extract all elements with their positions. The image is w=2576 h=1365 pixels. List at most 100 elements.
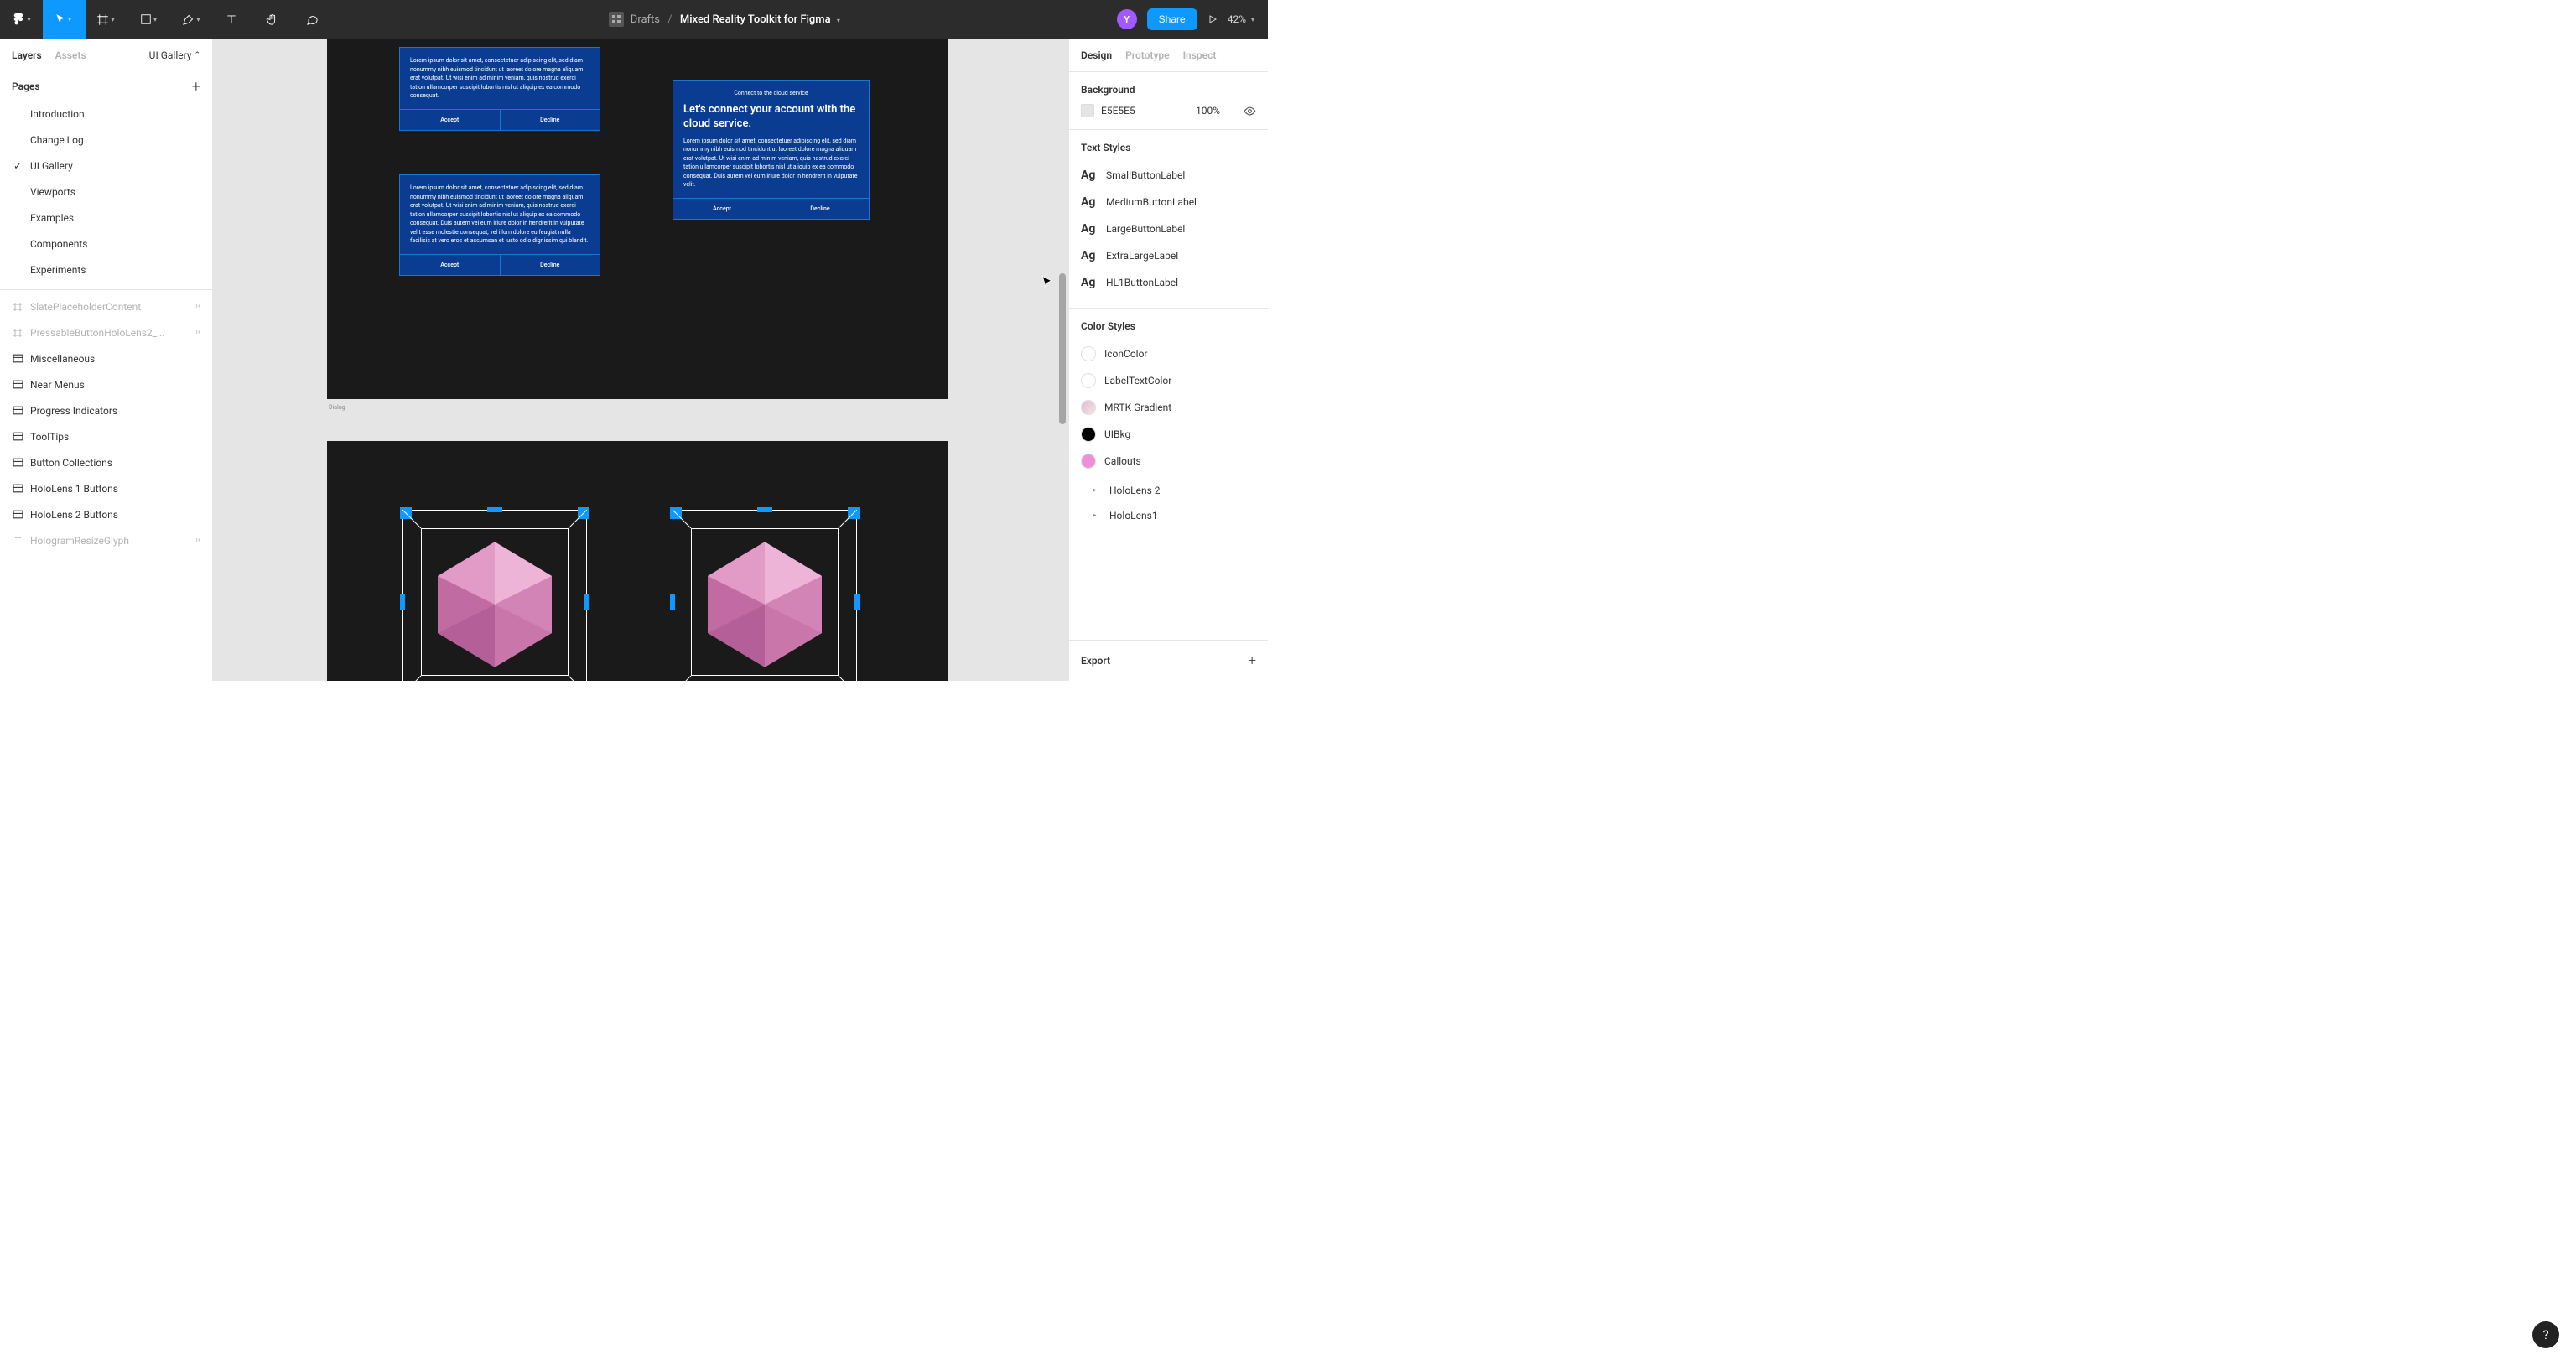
- text-style-icon: Ag: [1081, 276, 1098, 289]
- accept-button[interactable]: Accept: [400, 255, 500, 275]
- color-group-item[interactable]: ▸HoloLens1: [1081, 503, 1256, 528]
- background-swatch[interactable]: [1081, 104, 1094, 117]
- chevron-down-icon: ▾: [196, 16, 200, 23]
- background-title: Background: [1081, 84, 1256, 96]
- shape-tool-button[interactable]: ▾: [128, 0, 171, 39]
- background-opacity[interactable]: 100%: [1196, 105, 1220, 117]
- page-item[interactable]: Examples: [0, 205, 212, 231]
- present-button[interactable]: [1208, 14, 1218, 24]
- page-item[interactable]: Change Log: [0, 127, 212, 153]
- canvas-scrollbar[interactable]: [1059, 273, 1066, 424]
- layer-item[interactable]: Miscellaneous: [0, 345, 212, 371]
- frame-tool-button[interactable]: ▾: [86, 0, 128, 39]
- pen-tool-button[interactable]: ▾: [171, 0, 211, 39]
- help-button[interactable]: ?: [2532, 1321, 2559, 1348]
- tab-prototype[interactable]: Prototype: [1125, 49, 1170, 61]
- color-style-item[interactable]: UIBkg: [1081, 421, 1256, 448]
- page-item[interactable]: ✓UI Gallery: [0, 153, 212, 179]
- text-style-item[interactable]: AgExtraLargeLabel: [1081, 242, 1256, 269]
- page-item[interactable]: Introduction: [0, 101, 212, 127]
- component-glyph-icon: ›‹: [195, 536, 200, 545]
- chevron-down-icon: ▾: [1251, 16, 1254, 23]
- frame-icon: [12, 328, 23, 338]
- layer-item[interactable]: Near Menus: [0, 371, 212, 397]
- color-style-item[interactable]: MRTK Gradient: [1081, 394, 1256, 421]
- page-selector[interactable]: UI Gallery ⌃: [149, 49, 200, 61]
- color-swatch-icon: [1081, 346, 1096, 361]
- section-icon: [12, 432, 23, 441]
- wireframe-lines: [402, 510, 587, 681]
- tab-layers[interactable]: Layers: [12, 49, 42, 61]
- section-icon: [12, 406, 23, 415]
- text-style-item[interactable]: AgMediumButtonLabel: [1081, 189, 1256, 215]
- dialog-subtitle: Connect to the cloud service: [673, 81, 869, 98]
- document-title[interactable]: Mixed Reality Toolkit for Figma: [680, 13, 831, 26]
- text-style-item[interactable]: AgLargeButtonLabel: [1081, 215, 1256, 242]
- chevron-down-icon: ▾: [68, 16, 71, 23]
- canvas[interactable]: Lorem ipsum dolor sit amet, consectetuer…: [213, 39, 1068, 681]
- chevron-down-icon: ▾: [153, 16, 157, 23]
- text-style-item[interactable]: AgSmallButtonLabel: [1081, 162, 1256, 189]
- chevron-down-icon[interactable]: ▾: [837, 17, 840, 24]
- accept-button[interactable]: Accept: [673, 199, 771, 219]
- decline-button[interactable]: Decline: [500, 110, 600, 130]
- dialog-small[interactable]: Lorem ipsum dolor sit amet, consectetuer…: [399, 47, 600, 131]
- color-swatch-icon: [1081, 373, 1096, 388]
- move-tool-button[interactable]: ▾: [43, 0, 86, 39]
- accept-button[interactable]: Accept: [400, 110, 500, 130]
- share-button[interactable]: Share: [1147, 8, 1197, 30]
- visibility-toggle-icon[interactable]: [1244, 105, 1256, 117]
- decline-button[interactable]: Decline: [500, 255, 600, 275]
- layer-item[interactable]: HoloLens 2 Buttons: [0, 501, 212, 527]
- project-folder[interactable]: Drafts: [631, 13, 660, 26]
- breadcrumb[interactable]: Drafts / Mixed Reality Toolkit for Figma…: [631, 13, 840, 26]
- add-page-button[interactable]: +: [192, 78, 200, 96]
- layer-item[interactable]: Progress Indicators: [0, 397, 212, 423]
- layers-list[interactable]: SlatePlaceholderContent›‹PressableButton…: [0, 290, 212, 681]
- text-tool-button[interactable]: [211, 0, 252, 39]
- background-hex[interactable]: E5E5E5: [1101, 105, 1189, 117]
- add-export-button[interactable]: +: [1248, 652, 1256, 669]
- layer-item[interactable]: HoloLens 1 Buttons: [0, 475, 212, 501]
- color-style-item[interactable]: IconColor: [1081, 340, 1256, 367]
- section-icon: [12, 458, 23, 467]
- chevron-down-icon: ▾: [111, 16, 114, 23]
- check-icon: ✓: [13, 160, 22, 172]
- text-style-icon: Ag: [1081, 222, 1098, 236]
- color-group-item[interactable]: ▸HoloLens 2: [1081, 478, 1256, 503]
- avatar[interactable]: Y: [1117, 9, 1137, 29]
- frame-label[interactable]: Dialog: [329, 404, 345, 411]
- layer-item[interactable]: HologramResizeGlyph›‹: [0, 527, 212, 553]
- layer-item[interactable]: ToolTips: [0, 423, 212, 449]
- dialog-long[interactable]: Lorem ipsum dolor sit amet, consectetuer…: [399, 174, 600, 276]
- dialog-body-text: Lorem ipsum dolor sit amet, consectetuer…: [400, 48, 600, 109]
- color-style-item[interactable]: Callouts: [1081, 448, 1256, 475]
- page-item[interactable]: Viewports: [0, 179, 212, 205]
- layer-item[interactable]: SlatePlaceholderContent›‹: [0, 293, 212, 319]
- tab-inspect[interactable]: Inspect: [1183, 49, 1217, 61]
- frame-holograms[interactable]: [327, 441, 948, 681]
- text-style-icon: Ag: [1081, 169, 1098, 182]
- page-item[interactable]: Components: [0, 231, 212, 257]
- hand-tool-button[interactable]: [252, 0, 292, 39]
- export-label: Export: [1081, 655, 1110, 667]
- text-styles-title: Text Styles: [1081, 142, 1256, 153]
- frame-dialogs[interactable]: Lorem ipsum dolor sit amet, consectetuer…: [327, 39, 948, 399]
- layer-item[interactable]: Button Collections: [0, 449, 212, 475]
- tab-design[interactable]: Design: [1081, 49, 1112, 61]
- decline-button[interactable]: Decline: [771, 199, 869, 219]
- hologram-bounding-box[interactable]: [402, 510, 587, 681]
- tab-assets[interactable]: Assets: [55, 49, 86, 61]
- zoom-control[interactable]: 42% ▾: [1228, 13, 1254, 25]
- figma-menu-button[interactable]: ▾: [0, 0, 43, 39]
- page-item[interactable]: Experiments: [0, 257, 212, 283]
- chevron-down-icon: ▾: [27, 16, 30, 23]
- toolbar: ▾ ▾ ▾ ▾ ▾: [0, 0, 1268, 39]
- dialog-cloud[interactable]: Connect to the cloud service Let's conne…: [673, 80, 870, 220]
- hologram-bounding-box[interactable]: [673, 510, 857, 681]
- color-style-item[interactable]: LabelTextColor: [1081, 367, 1256, 394]
- layer-item[interactable]: PressableButtonHoloLens2_...›‹: [0, 319, 212, 345]
- dialog-body-text: Lorem ipsum dolor sit amet, consectetuer…: [400, 175, 600, 254]
- text-style-item[interactable]: AgHL1ButtonLabel: [1081, 269, 1256, 296]
- comment-tool-button[interactable]: [292, 0, 332, 39]
